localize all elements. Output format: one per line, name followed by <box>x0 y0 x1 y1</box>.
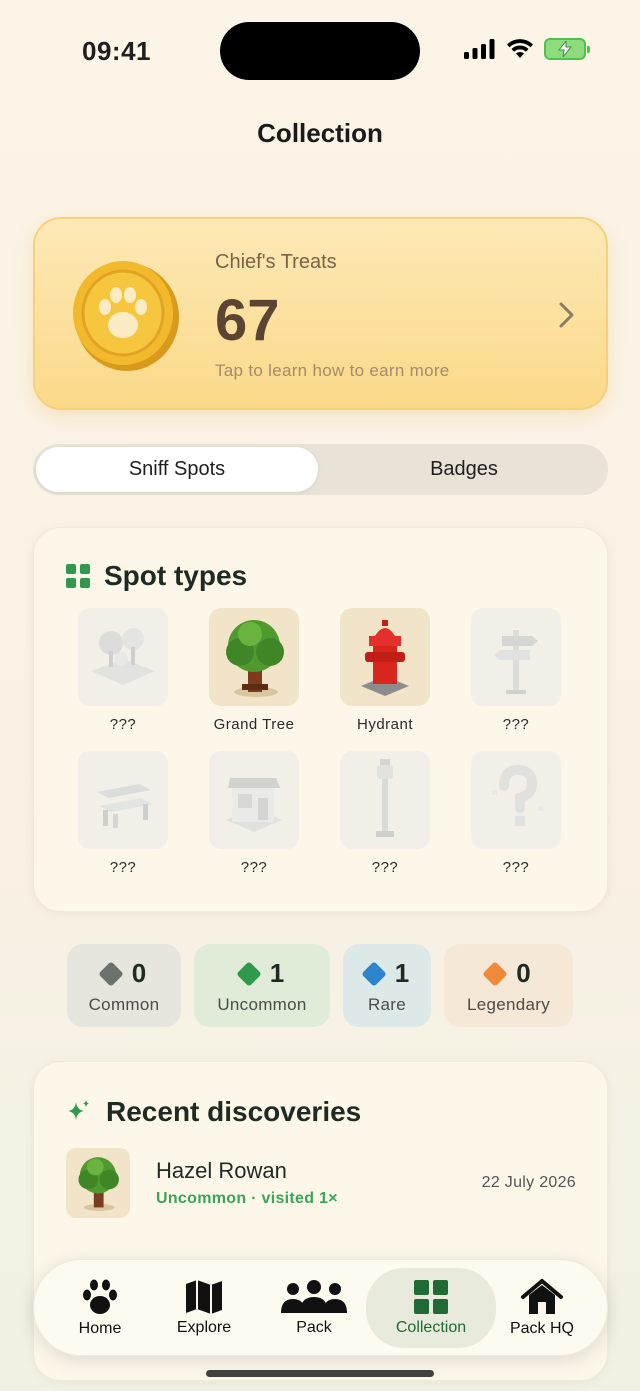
shop-icon <box>209 751 299 849</box>
spot-name: ??? <box>240 859 268 876</box>
rarity-count: 1 <box>394 958 410 988</box>
home-indicator <box>206 1370 434 1377</box>
park-trees-icon <box>78 608 168 706</box>
spot-item[interactable]: Hydrant <box>340 608 430 733</box>
status-icons <box>464 38 590 60</box>
paw-icon <box>83 1279 117 1314</box>
tab-label: Pack HQ <box>509 1320 574 1337</box>
status-time: 09:41 <box>82 36 151 66</box>
treats-count: 67 <box>215 288 280 353</box>
spot-name: ??? <box>109 859 137 876</box>
tab-badges[interactable]: Badges <box>323 447 605 492</box>
rarity-label: Common <box>88 995 160 1014</box>
recent-title: Recent discoveries <box>106 1096 362 1127</box>
treats-hint: Tap to learn how to earn more <box>215 361 450 380</box>
cellular-signal-icon <box>464 39 495 59</box>
mystery-icon <box>471 751 561 849</box>
rarity-legendary[interactable]: 0 Legendary <box>444 944 573 1027</box>
tab-home[interactable]: Home <box>56 1268 144 1348</box>
chevron-right-icon <box>558 301 576 337</box>
hydrant-icon <box>340 608 430 706</box>
rarity-common[interactable]: 0 Common <box>67 944 181 1027</box>
tab-label: Explore <box>176 1319 232 1336</box>
spot-item[interactable]: ??? <box>209 751 299 876</box>
diamond-icon <box>236 960 262 987</box>
spot-name: ??? <box>109 716 137 733</box>
grid-icon <box>66 564 90 588</box>
rarity-rare[interactable]: 1 Rare <box>343 944 431 1027</box>
dynamic-island <box>220 22 420 80</box>
diamond-icon <box>482 960 508 987</box>
spot-item[interactable]: ??? <box>471 608 561 733</box>
house-icon <box>521 1279 563 1314</box>
segmented-control: Sniff Spots Badges <box>33 444 608 495</box>
tab-sniff-spots[interactable]: Sniff Spots <box>36 447 318 492</box>
collection-grid-icon <box>414 1280 448 1314</box>
spot-item[interactable]: ??? <box>471 751 561 876</box>
tab-label: Collection <box>395 1319 467 1336</box>
tab-bar: Home Explore Pack Collection Pack HQ <box>33 1259 608 1356</box>
rarity-label: Rare <box>367 995 407 1014</box>
grand-tree-icon <box>209 608 299 706</box>
spot-types-card: Spot types ??? Grand Tree Hydrant ??? ??… <box>33 527 608 912</box>
spot-grid: ??? Grand Tree Hydrant ??? ??? ??? ??? ?… <box>78 608 561 876</box>
spot-types-title: Spot types <box>104 560 248 591</box>
status-bar: 09:41 <box>0 0 640 100</box>
rarity-count: 0 <box>516 958 531 988</box>
recent-header: Recent discoveries <box>66 1096 361 1128</box>
rarity-label: Legendary <box>466 995 551 1014</box>
spot-types-header: Spot types <box>66 560 247 592</box>
pack-icon <box>281 1280 347 1313</box>
spot-name: ??? <box>371 859 399 876</box>
paw-coin-icon <box>73 261 179 371</box>
signpost-icon <box>471 608 561 706</box>
tab-collection[interactable]: Collection <box>366 1268 496 1348</box>
rarity-label: Uncommon <box>217 995 307 1014</box>
tab-explore[interactable]: Explore <box>160 1268 248 1348</box>
treats-card[interactable]: Chief's Treats 67 Tap to learn how to ea… <box>33 217 608 410</box>
diamond-icon <box>361 960 387 987</box>
spot-item[interactable]: ??? <box>78 608 168 733</box>
rarity-uncommon[interactable]: 1 Uncommon <box>194 944 330 1027</box>
tab-label: Home <box>78 1320 122 1337</box>
discovery-date: 22 July 2026 <box>481 1174 576 1191</box>
discovery-row[interactable]: Hazel Rowan Uncommon · visited 1× 22 Jul… <box>66 1148 576 1220</box>
spot-name: Hydrant <box>356 716 414 733</box>
lamp-post-icon <box>340 751 430 849</box>
spot-name: ??? <box>502 716 530 733</box>
map-icon <box>186 1280 222 1314</box>
battery-icon <box>544 38 590 60</box>
rarity-count: 1 <box>269 958 285 988</box>
discovery-subtitle: Uncommon · visited 1× <box>156 1190 338 1207</box>
spot-name: ??? <box>502 859 530 876</box>
spot-item[interactable]: Grand Tree <box>209 608 299 733</box>
treats-label: Chief's Treats <box>215 251 337 273</box>
sparkle-icon <box>68 1100 89 1120</box>
bench-icon <box>78 751 168 849</box>
diamond-icon <box>98 960 124 987</box>
page-title: Collection <box>257 118 383 148</box>
tab-pack-hq[interactable]: Pack HQ <box>498 1268 586 1348</box>
spot-item[interactable]: ??? <box>340 751 430 876</box>
wifi-icon <box>507 39 533 58</box>
spot-name: Grand Tree <box>213 716 295 733</box>
spot-item[interactable]: ??? <box>78 751 168 876</box>
grand-tree-icon <box>66 1148 130 1218</box>
tab-label: Pack <box>296 1319 332 1336</box>
tab-pack[interactable]: Pack <box>270 1268 358 1348</box>
rarity-count: 0 <box>131 958 147 988</box>
discovery-title: Hazel Rowan <box>156 1158 287 1183</box>
